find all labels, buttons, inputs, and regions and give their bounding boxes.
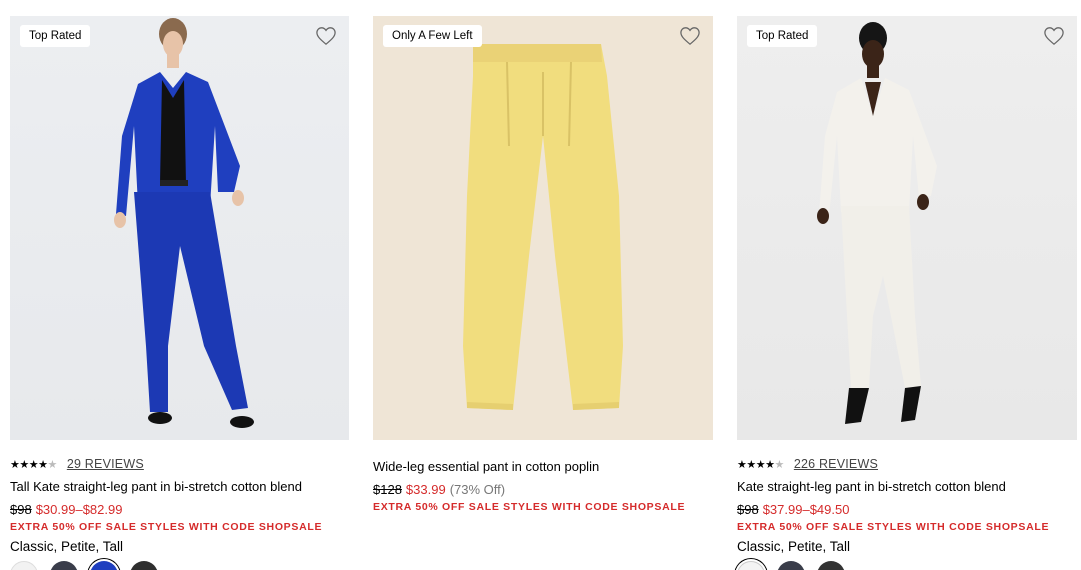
star-rating-icon: ★★★★★ — [10, 458, 57, 471]
product-title[interactable]: Wide-leg essential pant in cotton poplin — [373, 458, 713, 475]
color-swatch[interactable] — [817, 561, 845, 570]
size-options: Classic, Petite, Tall — [10, 539, 124, 554]
sale-price: $33.99 — [405, 482, 446, 497]
star-rating-icon: ★★★★★ — [737, 458, 784, 471]
rating-row: ★★★★★ 226 REVIEWS — [737, 456, 1077, 472]
price-row: $98 $37.99–$49.50 — [737, 501, 1077, 518]
product-badge: Top Rated — [747, 25, 818, 47]
rating-row: ★★★★★ 29 REVIEWS — [10, 456, 349, 472]
original-price: $98 — [10, 502, 32, 517]
product-card[interactable]: Top Rated ★★★★★ 29 REVIEWS Tall Kate str… — [10, 16, 349, 570]
heart-outline-icon[interactable] — [315, 26, 337, 46]
original-price: $128 — [373, 482, 402, 497]
price-row: $98 $30.99–$82.99 — [10, 501, 349, 518]
sale-price: $37.99–$49.50 — [762, 502, 850, 517]
color-swatch[interactable] — [50, 561, 78, 570]
heart-outline-icon[interactable] — [1043, 26, 1065, 46]
price-row: $128 $33.99 (73% Off) — [373, 481, 713, 498]
color-swatch[interactable] — [130, 561, 158, 570]
product-badge: Top Rated — [20, 25, 91, 47]
color-swatches — [737, 561, 1077, 570]
original-price: $98 — [737, 502, 759, 517]
color-swatch[interactable] — [10, 561, 38, 570]
reviews-link[interactable]: 226 REVIEWS — [794, 457, 878, 471]
promo-text: EXTRA 50% OFF SALE STYLES WITH CODE SHOP… — [373, 501, 686, 513]
promo-text: EXTRA 50% OFF SALE STYLES WITH CODE SHOP… — [10, 521, 323, 533]
color-swatch-selected[interactable] — [90, 561, 118, 570]
product-card[interactable]: Only A Few Left Wide-leg essential pant … — [373, 16, 713, 513]
sale-price: $30.99–$82.99 — [35, 502, 123, 517]
product-title[interactable]: Kate straight-leg pant in bi-stretch cot… — [737, 478, 1077, 495]
product-photo-yellow-pant — [463, 44, 623, 410]
product-image[interactable]: Top Rated — [10, 16, 349, 440]
product-badge: Only A Few Left — [383, 25, 482, 47]
color-swatch-selected[interactable] — [737, 561, 765, 570]
discount-percent: (73% Off) — [449, 482, 506, 497]
product-image[interactable]: Only A Few Left — [373, 16, 713, 440]
product-card[interactable]: Top Rated ★★★★★ 226 REVIEWS Kate straigh… — [737, 16, 1077, 570]
color-swatch[interactable] — [777, 561, 805, 570]
heart-outline-icon[interactable] — [679, 26, 701, 46]
product-image[interactable]: Top Rated — [737, 16, 1077, 440]
reviews-link[interactable]: 29 REVIEWS — [67, 457, 144, 471]
product-photo-blue-suit — [114, 18, 254, 428]
product-photo-white-suit — [817, 22, 937, 424]
product-title[interactable]: Tall Kate straight-leg pant in bi-stretc… — [10, 478, 349, 495]
size-options: Classic, Petite, Tall — [737, 539, 851, 554]
color-swatches — [10, 561, 349, 570]
promo-text: EXTRA 50% OFF SALE STYLES WITH CODE SHOP… — [737, 521, 1050, 533]
